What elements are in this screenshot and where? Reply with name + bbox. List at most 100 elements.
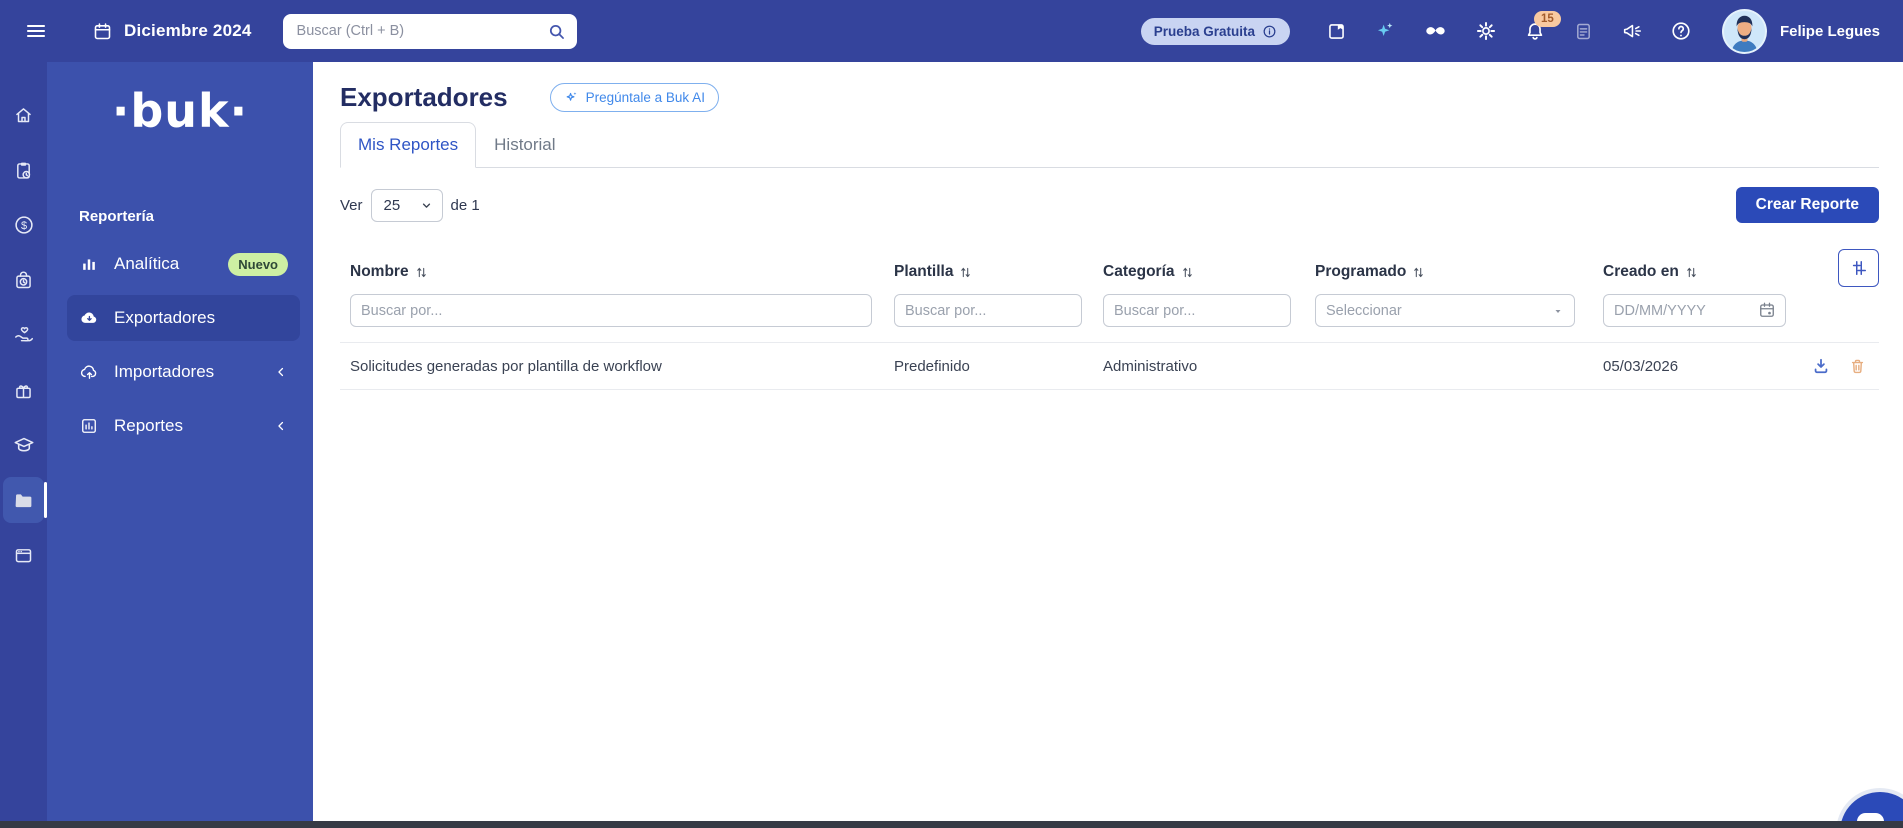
- column-header-categoria: Categoría: [1103, 263, 1303, 281]
- sidebar-item-importadores[interactable]: Importadores: [67, 349, 300, 395]
- page-size-value: 25: [383, 196, 401, 214]
- reports-table: Nombre Plantilla Categoría Programado Cr…: [340, 247, 1879, 390]
- info-icon: [1262, 24, 1277, 39]
- ai-sparkle-icon: [564, 90, 579, 105]
- column-header-plantilla: Plantilla: [894, 263, 1091, 281]
- shell: $ ·buk· Reportería Analítica Nuevo Expor…: [0, 62, 1903, 828]
- buk-app: Diciembre 2024 Prueba Gratuita: [0, 0, 1903, 828]
- menu-icon[interactable]: [24, 19, 48, 43]
- column-header-creado-en: Creado en: [1603, 263, 1798, 281]
- cell-creado-en: 05/03/2026: [1603, 357, 1679, 375]
- gift-icon[interactable]: [3, 367, 44, 413]
- trial-badge-label: Prueba Gratuita: [1153, 23, 1255, 39]
- svg-text:$: $: [20, 220, 26, 232]
- new-badge: Nuevo: [228, 252, 288, 276]
- table-row[interactable]: Solicitudes generadas por plantilla de w…: [340, 343, 1879, 390]
- row-actions: [1810, 356, 1879, 376]
- column-settings-button[interactable]: [1838, 249, 1879, 287]
- notification-count-badge: 15: [1533, 11, 1561, 27]
- filter-programado-select[interactable]: Seleccionar: [1315, 294, 1575, 327]
- buk-logo: ·buk·: [111, 84, 249, 138]
- megaphone-icon[interactable]: [1621, 20, 1643, 42]
- caret-down-icon: [420, 199, 433, 212]
- avatar[interactable]: [1721, 8, 1767, 54]
- filter-creado-date: [1603, 294, 1786, 327]
- bottom-strip: [0, 821, 1903, 828]
- sidebar-nav: Analítica Nuevo Exportadores Importadore…: [47, 241, 313, 449]
- sidebar-item-label: Importadores: [114, 362, 215, 381]
- cloud-upload-icon: [79, 362, 100, 383]
- user-name[interactable]: Felipe Legues: [1780, 23, 1880, 40]
- page-size-control: Ver 25 de 1: [340, 188, 480, 222]
- ask-buk-ai-label: Pregúntale a Buk AI: [585, 90, 705, 105]
- topbar-actions: Prueba Gratuita 15 Felipe Legues: [1140, 8, 1880, 54]
- sidebar-item-reportes[interactable]: Reportes: [67, 403, 300, 449]
- create-report-button[interactable]: Crear Reporte: [1735, 187, 1879, 223]
- ask-buk-ai-button[interactable]: Pregúntale a Buk AI: [549, 83, 719, 112]
- table-filter-row: Seleccionar: [340, 294, 1879, 343]
- sidebar-item-exportadores[interactable]: Exportadores: [67, 295, 300, 341]
- global-search: [282, 13, 577, 49]
- sidebar-item-analitica[interactable]: Analítica Nuevo: [67, 241, 300, 287]
- bag-clock-icon[interactable]: [3, 257, 44, 303]
- tab-historial[interactable]: Historial: [476, 122, 573, 167]
- tabs: Mis Reportes Historial: [340, 122, 1879, 168]
- trash-icon[interactable]: [1848, 357, 1867, 376]
- cell-plantilla: Predefinido: [894, 357, 970, 375]
- window-icon[interactable]: [3, 532, 44, 578]
- notifications: 15: [1524, 11, 1561, 42]
- period-selector[interactable]: Diciembre 2024: [92, 21, 252, 42]
- page-size-select[interactable]: 25: [370, 188, 443, 222]
- filter-creado-input[interactable]: [1603, 294, 1786, 327]
- tab-mis-reportes[interactable]: Mis Reportes: [340, 122, 477, 168]
- sidebar-item-label: Exportadores: [114, 308, 216, 327]
- filter-nombre-input[interactable]: [350, 294, 872, 327]
- sort-icon[interactable]: [415, 266, 428, 279]
- bookmark-icon[interactable]: [1326, 21, 1347, 42]
- sidebar-item-label: Analítica: [114, 254, 180, 273]
- download-icon[interactable]: [1811, 356, 1831, 376]
- cloud-download-icon: [79, 308, 100, 329]
- document-icon[interactable]: [1573, 21, 1594, 42]
- report-chart-icon: [79, 416, 100, 436]
- sort-icon[interactable]: [1181, 266, 1194, 279]
- sidebar-section-label: Reportería: [79, 208, 155, 225]
- period-label: Diciembre 2024: [124, 21, 252, 40]
- clipboard-clock-icon[interactable]: [3, 147, 44, 193]
- sidebar: ·buk· Reportería Analítica Nuevo Exporta…: [47, 62, 313, 828]
- sort-icon[interactable]: [1412, 266, 1425, 279]
- sort-icon[interactable]: [959, 266, 972, 279]
- page-size-prefix: Ver: [340, 196, 363, 214]
- calendar-icon: [92, 21, 113, 42]
- filter-categoria-input[interactable]: [1103, 294, 1291, 327]
- filter-plantilla-input[interactable]: [894, 294, 1082, 327]
- trial-badge[interactable]: Prueba Gratuita: [1140, 17, 1290, 45]
- sort-icon[interactable]: [1685, 266, 1698, 279]
- folder-icon[interactable]: [3, 477, 47, 523]
- main-content: Exportadores Pregúntale a Buk AI Mis Rep…: [313, 62, 1903, 828]
- column-header-nombre: Nombre: [350, 263, 882, 281]
- chevron-left-icon[interactable]: [274, 365, 288, 379]
- mustache-icon[interactable]: [1423, 19, 1448, 44]
- cell-categoria: Administrativo: [1103, 357, 1198, 375]
- home-icon[interactable]: [3, 92, 44, 138]
- icon-rail: $: [0, 62, 47, 828]
- toolbar: Ver 25 de 1 Crear Reporte: [340, 187, 1879, 223]
- hand-heart-icon[interactable]: [3, 312, 44, 358]
- search-icon[interactable]: [546, 21, 567, 42]
- cell-nombre: Solicitudes generadas por plantilla de w…: [350, 357, 662, 375]
- page-title: Exportadores: [340, 82, 508, 112]
- gear-icon[interactable]: [1475, 20, 1497, 42]
- help-icon[interactable]: [1670, 20, 1692, 42]
- search-input[interactable]: [282, 13, 577, 49]
- table-header-row: Nombre Plantilla Categoría Programado Cr…: [340, 247, 1879, 281]
- topbar: Diciembre 2024 Prueba Gratuita: [0, 0, 1903, 62]
- column-header-programado: Programado: [1315, 263, 1591, 281]
- dropdown-caret-icon: [1552, 305, 1564, 317]
- coin-icon[interactable]: $: [3, 202, 44, 248]
- sparkle-icon[interactable]: [1374, 20, 1396, 42]
- sidebar-item-label: Reportes: [114, 416, 183, 435]
- bar-chart-icon: [79, 254, 100, 274]
- chevron-left-icon[interactable]: [274, 419, 288, 433]
- graduation-cap-icon[interactable]: [3, 422, 44, 468]
